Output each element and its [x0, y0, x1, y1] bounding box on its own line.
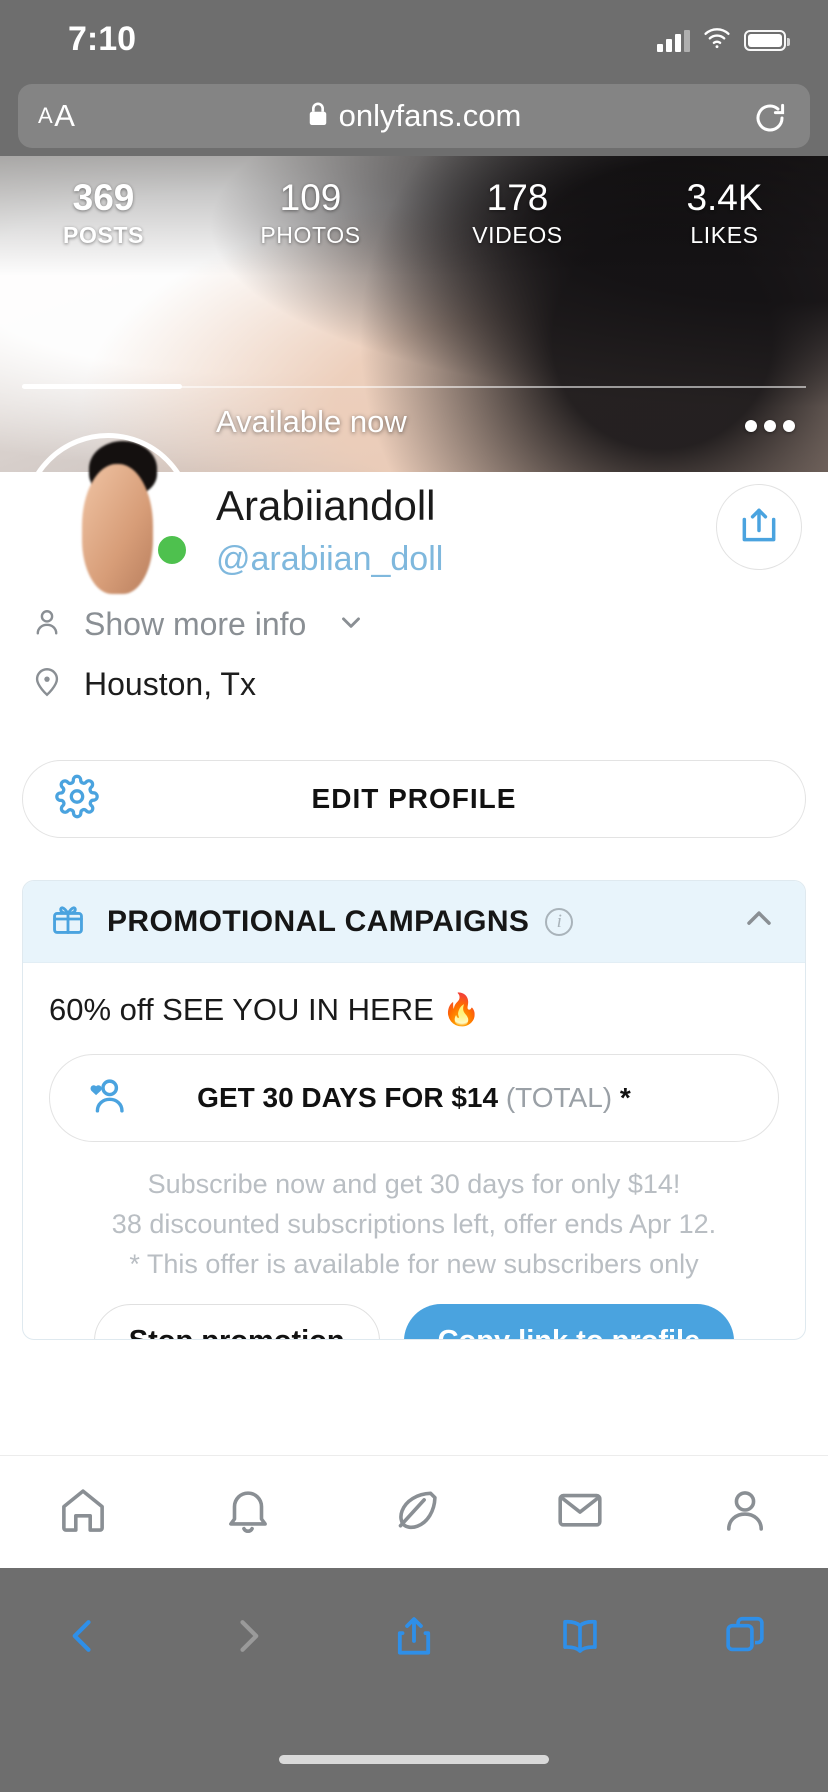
nav-profile[interactable]	[662, 1483, 828, 1542]
promotional-campaigns-body: 60% off SEE YOU IN HERE 🔥 GET 30 DAYS FO…	[23, 963, 805, 1339]
safari-back-button[interactable]	[0, 1614, 166, 1663]
stop-promotion-button[interactable]: Stop promotion	[93, 1304, 380, 1339]
feather-icon	[387, 1483, 441, 1542]
chevron-up-icon[interactable]	[739, 899, 779, 944]
status-indicators	[657, 26, 790, 55]
profile-stats-row: 369 POSTS 109 PHOTOS 178 VIDEOS 3.4K LIK…	[0, 156, 828, 252]
address-bar[interactable]: A A onlyfans.com	[18, 84, 810, 148]
gift-icon	[49, 900, 87, 943]
share-profile-icon	[737, 503, 781, 552]
stat-likes-value: 3.4K	[686, 177, 763, 218]
promo-action-buttons: Stop promotion Copy link to profile	[49, 1304, 779, 1339]
edit-profile-button[interactable]: EDIT PROFILE	[22, 760, 806, 838]
promo-fineprint: Subscribe now and get 30 days for only $…	[49, 1164, 779, 1284]
promotional-campaigns-card: PROMOTIONAL CAMPAIGNS i 60% off SEE YOU …	[22, 880, 806, 1340]
back-chevron-icon	[61, 1614, 105, 1663]
edit-profile-label: EDIT PROFILE	[311, 783, 517, 814]
envelope-icon	[553, 1483, 607, 1542]
share-icon	[391, 1613, 437, 1664]
promo-offer-star: *	[619, 1082, 631, 1113]
promo-offer-total: (TOTAL)	[505, 1082, 613, 1113]
promo-offer-label: GET 30 DAYS FOR $14 (TOTAL) *	[50, 1082, 778, 1114]
copy-link-button[interactable]: Copy link to profile	[403, 1304, 735, 1339]
url-text: onlyfans.com	[338, 98, 522, 133]
stat-photos-label: PHOTOS	[260, 222, 361, 248]
reload-icon[interactable]	[752, 100, 788, 141]
location-row: Houston, Tx	[30, 665, 256, 704]
forward-chevron-icon	[226, 1614, 270, 1663]
stat-videos-label: VIDEOS	[472, 222, 563, 248]
promo-fineprint-line-2: 38 discounted subscriptions left, offer …	[111, 1209, 717, 1239]
stat-likes[interactable]: 3.4K LIKES	[621, 156, 828, 252]
profile-identity: Arabiiandoll @arabiian_doll	[216, 480, 443, 582]
person-icon	[30, 605, 64, 644]
avatar[interactable]	[22, 433, 194, 605]
location-pin-icon	[30, 665, 64, 704]
promo-description: 60% off SEE YOU IN HERE 🔥	[49, 992, 482, 1027]
safari-share-button[interactable]	[331, 1613, 497, 1664]
promo-fineprint-line-1: Subscribe now and get 30 days for only $…	[147, 1169, 681, 1199]
online-status-dot	[155, 533, 189, 567]
battery-icon	[744, 30, 790, 51]
home-indicator	[279, 1755, 549, 1764]
promotional-campaigns-title: PROMOTIONAL CAMPAIGNS	[107, 904, 530, 938]
bell-icon	[221, 1483, 275, 1542]
show-more-info-row[interactable]: Show more info	[30, 605, 366, 644]
cellular-signal-icon	[657, 29, 690, 52]
show-more-info-label: Show more info	[84, 606, 307, 642]
promotional-campaigns-header[interactable]: PROMOTIONAL CAMPAIGNS i	[23, 881, 805, 963]
profile-icon	[718, 1483, 772, 1542]
display-name: Arabiiandoll	[216, 482, 436, 529]
location-label: Houston, Tx	[84, 666, 256, 702]
stat-posts[interactable]: 369 POSTS	[0, 156, 207, 252]
safari-bookmarks-button[interactable]	[497, 1613, 663, 1664]
book-icon	[557, 1613, 603, 1664]
status-time: 7:10	[68, 20, 137, 58]
promo-offer-main: GET 30 DAYS FOR $14	[197, 1082, 499, 1113]
phone-screen: 369 POSTS 109 PHOTOS 178 VIDEOS 3.4K LIK…	[0, 0, 828, 1792]
safari-tool-row	[0, 1576, 828, 1700]
availability-label: Available now	[216, 404, 407, 439]
profile-cover-banner: 369 POSTS 109 PHOTOS 178 VIDEOS 3.4K LIK…	[0, 156, 828, 472]
url-display[interactable]: onlyfans.com	[18, 84, 810, 148]
promo-fineprint-line-3: * This offer is available for new subscr…	[129, 1249, 699, 1279]
tabs-icon	[722, 1613, 768, 1664]
active-tab-indicator	[22, 384, 182, 389]
home-icon	[56, 1483, 110, 1542]
stat-photos[interactable]: 109 PHOTOS	[207, 156, 414, 252]
app-bottom-nav	[0, 1455, 828, 1568]
stat-likes-label: LIKES	[690, 222, 759, 248]
more-options-icon[interactable]	[740, 404, 800, 448]
profile-handle[interactable]: @arabiian_doll	[216, 536, 443, 582]
stat-photos-value: 109	[279, 177, 342, 218]
chevron-down-icon	[336, 607, 366, 642]
safari-top-chrome: 7:10 A A onlyfans.com	[0, 0, 828, 156]
nav-messages[interactable]	[497, 1483, 663, 1542]
safari-forward-button[interactable]	[166, 1614, 332, 1663]
stat-videos[interactable]: 178 VIDEOS	[414, 156, 621, 252]
nav-notifications[interactable]	[166, 1483, 332, 1542]
nav-home[interactable]	[0, 1483, 166, 1542]
info-icon[interactable]: i	[545, 907, 574, 936]
stat-videos-value: 178	[486, 177, 549, 218]
share-profile-button[interactable]	[716, 484, 802, 570]
wifi-icon	[702, 26, 732, 55]
stat-posts-label: POSTS	[63, 222, 144, 248]
safari-bottom-toolbar	[0, 1568, 828, 1792]
nav-compose[interactable]	[331, 1483, 497, 1542]
promo-offer-button[interactable]: GET 30 DAYS FOR $14 (TOTAL) *	[49, 1054, 779, 1142]
status-bar: 7:10	[0, 0, 828, 76]
gear-icon	[55, 774, 99, 824]
subscriber-heart-icon	[84, 1073, 130, 1124]
safari-tabs-button[interactable]	[662, 1613, 828, 1664]
stat-posts-value: 369	[72, 177, 135, 218]
lock-icon	[307, 100, 329, 133]
